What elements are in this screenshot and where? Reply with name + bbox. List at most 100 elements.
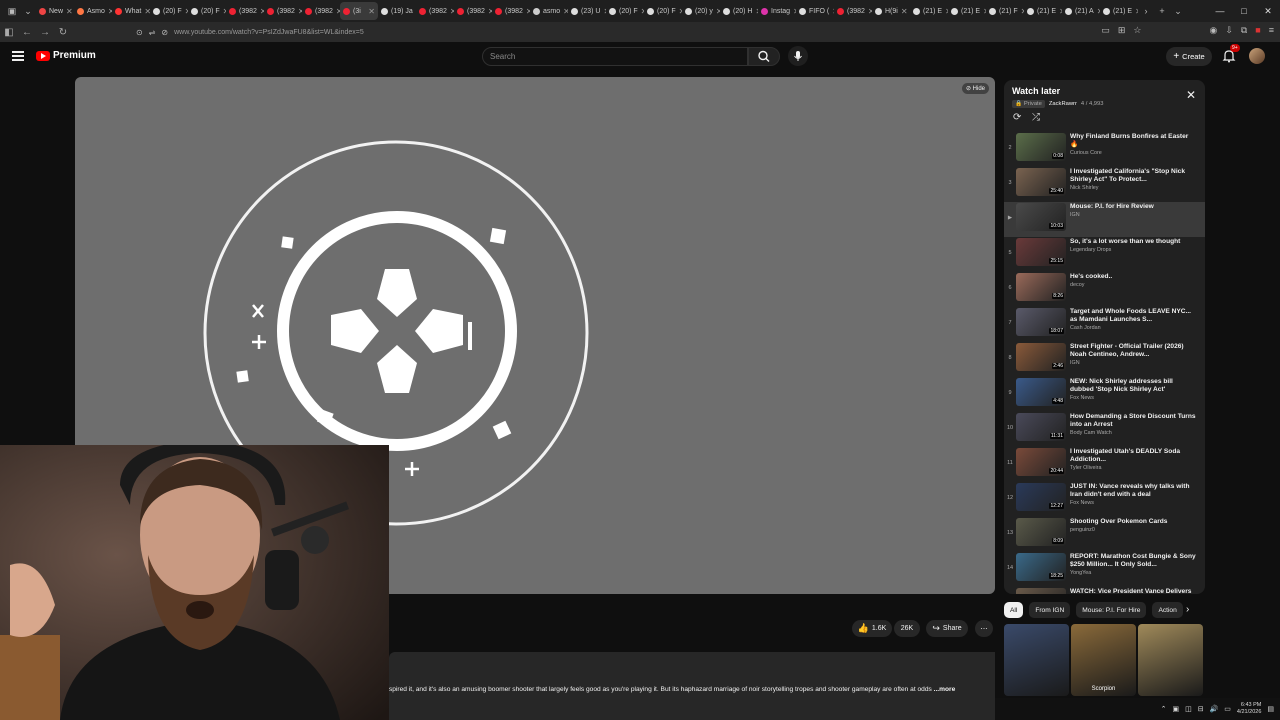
chevron-right-icon[interactable]: › (1186, 604, 1189, 615)
playlist-item-channel[interactable]: Nick Shirley (1070, 185, 1196, 191)
browser-tab[interactable]: (23) U✕ (568, 2, 606, 20)
browser-tab[interactable]: (21) A✕ (1062, 2, 1100, 20)
playlist-item[interactable]: 9 4:48 NEW: Nick Shirley addresses bill du… (1004, 377, 1205, 412)
filter-chip[interactable]: Mouse: P.I. For Hire (1076, 602, 1147, 618)
bookmark-star-icon[interactable]: ☆ (1133, 25, 1141, 36)
playlist-item-thumbnail[interactable]: 0:08 (1016, 133, 1066, 161)
browser-tab[interactable]: (3982 ✕ (264, 2, 302, 20)
volume-icon[interactable]: 🔊 (1210, 705, 1219, 713)
playlist-item-channel[interactable]: Tyler Oliveira (1070, 465, 1196, 471)
playlist-item-thumbnail[interactable]: 4:48 (1016, 378, 1066, 406)
chevron-down-icon[interactable]: ⌄ (20, 6, 36, 17)
playlist-item-thumbnail[interactable]: 8:09 (1016, 518, 1066, 546)
playlist-item-title[interactable]: So, it's a lot worse than we thought (1070, 238, 1196, 246)
dislike-button[interactable]: 26K (894, 620, 920, 637)
recommended-video-thumbnail[interactable] (1138, 624, 1203, 696)
browser-tab[interactable]: FIFO (✕ (796, 2, 834, 20)
account-avatar[interactable] (1249, 48, 1265, 64)
playlist-item-thumbnail[interactable]: 25:40 (1016, 168, 1066, 196)
description-text[interactable]: spired it, and it's also an amusing boom… (389, 686, 989, 693)
browser-tab[interactable]: H(9i ✕ (872, 2, 910, 20)
browser-tab[interactable]: Asmo ✕ (74, 2, 112, 20)
hide-overlay-button[interactable]: ⊘ Hide (961, 83, 989, 94)
hamburger-menu-icon[interactable] (12, 51, 24, 61)
tab-search-icon[interactable]: ⌄ (1170, 6, 1186, 17)
playlist-item[interactable]: 7 18:07 Target and Whole Foods LEAVE NYC..… (1004, 307, 1205, 342)
site-settings-icon[interactable]: ⇌ (149, 28, 156, 37)
playlist-title[interactable]: Watch later (1012, 86, 1060, 96)
playlist-item-thumbnail[interactable] (1016, 588, 1066, 594)
shuffle-icon[interactable]: ⤮ (1032, 112, 1040, 123)
network-icon[interactable]: ⊟ (1198, 705, 1204, 713)
notification-center-icon[interactable]: ▤ (1267, 705, 1274, 713)
playlist-item-title[interactable]: Shooting Over Pokemon Cards (1070, 518, 1196, 526)
tray-app-icon[interactable]: ▣ (1172, 705, 1179, 713)
playlist-item-title[interactable]: Street Fighter - Official Trailer (2026)… (1070, 343, 1196, 359)
browser-tab[interactable]: What ✕ (112, 2, 150, 20)
browser-tab[interactable]: (20) F✕ (150, 2, 188, 20)
tab-close-icon[interactable]: ✕ (901, 7, 908, 16)
playlist-item-thumbnail[interactable]: 18:25 (1016, 553, 1066, 581)
playlist-item[interactable]: ▶10:03Mouse: P.I. for Hire ReviewIGN⋮ (1004, 202, 1205, 237)
playlist-item-channel[interactable]: Cash Jordan (1070, 325, 1196, 331)
browser-tab[interactable]: (3982 ✕ (492, 2, 530, 20)
browser-tab[interactable]: (3982 ✕ (226, 2, 264, 20)
forward-icon[interactable]: → (36, 27, 54, 38)
cast-icon[interactable]: ▭ (1101, 25, 1110, 36)
close-playlist-icon[interactable]: ✕ (1186, 88, 1196, 102)
browser-tab[interactable]: New ✕ (36, 2, 74, 20)
browser-tab[interactable]: (21) F✕ (986, 2, 1024, 20)
filter-chip[interactable]: All (1004, 602, 1024, 618)
youtube-logo[interactable]: Premium (36, 50, 96, 61)
browser-tab[interactable]: (21) E✕ (1100, 2, 1138, 20)
playlist-item-title[interactable]: How Demanding a Store Discount Turns int… (1070, 413, 1196, 429)
tray-app-icon-2[interactable]: ◫ (1185, 705, 1192, 713)
playlist-item[interactable]: 13 8:09 Shooting Over Pokemon Cards penguin… (1004, 517, 1205, 552)
browser-menu-icon[interactable]: ≡ (1269, 25, 1274, 36)
browser-tab[interactable]: (3982 ✕ (834, 2, 872, 20)
playlist-item[interactable]: 8 2:46 Street Fighter - Official Trailer (… (1004, 342, 1205, 377)
browser-tab[interactable]: (3982 ✕ (416, 2, 454, 20)
extensions-icon[interactable]: ⧉ (1241, 25, 1247, 36)
playlist-item-thumbnail[interactable]: 20:44 (1016, 448, 1066, 476)
download-icon[interactable]: ⇩ (1225, 25, 1233, 36)
playlist-item-title[interactable]: I Investigated California's "Stop Nick S… (1070, 168, 1196, 184)
playlist-item[interactable]: 12 12:27 JUST IN: Vance reveals why talks … (1004, 482, 1205, 517)
browser-tab[interactable]: (19) Ja✕ (378, 2, 416, 20)
browser-tab[interactable]: (21) E✕ (910, 2, 948, 20)
playlist-item-title[interactable]: He's cooked.. (1070, 273, 1196, 281)
loop-icon[interactable]: ⟳ (1013, 112, 1021, 123)
playlist-item-title[interactable]: Target and Whole Foods LEAVE NYC... as M… (1070, 308, 1196, 324)
playlist-item[interactable]: 68:26He's cooked..decoy⋮ (1004, 272, 1205, 307)
playlist-item[interactable]: 11 20:44 I Investigated Utah's DEADLY Soda… (1004, 447, 1205, 482)
playlist-item-thumbnail[interactable]: 2:46 (1016, 343, 1066, 371)
playlist-item[interactable]: 15 WATCH: Vice President Vance Delivers R… (1004, 587, 1205, 594)
playlist-item-title[interactable]: WATCH: Vice President Vance Delivers Rem… (1070, 588, 1196, 594)
browser-tab[interactable]: (3982 ✕ (302, 2, 340, 20)
new-tab-button[interactable]: + (1154, 6, 1170, 16)
browser-tab[interactable]: Instag✕ (758, 2, 796, 20)
site-info-icon[interactable]: ⊙ (136, 28, 143, 37)
tab-actions-icon[interactable]: ▣ (4, 6, 20, 17)
create-button[interactable]: + Create (1166, 47, 1212, 66)
playlist-item-title[interactable]: REPORT: Marathon Cost Bungie & Sony $250… (1070, 553, 1196, 569)
playlist-item[interactable]: 2 0:08 Why Finland Burns Bonfires at Easte… (1004, 132, 1205, 167)
back-icon[interactable]: ← (18, 27, 36, 38)
browser-tab[interactable]: (20) F✕ (644, 2, 682, 20)
tab-close-icon[interactable]: ✕ (368, 7, 375, 16)
extension-badge-icon[interactable]: ■ (1255, 25, 1260, 36)
sidebar-toggle-icon[interactable]: ◧ (0, 27, 18, 38)
playlist-item-channel[interactable]: penguinz0 (1070, 527, 1196, 533)
playlist-item-title[interactable]: NEW: Nick Shirley addresses bill dubbed … (1070, 378, 1196, 394)
browser-tab[interactable]: (3i ✕ (340, 2, 378, 20)
playlist-item-thumbnail[interactable]: 10:03 (1016, 203, 1066, 231)
playlist-item-channel[interactable]: IGN (1070, 212, 1196, 218)
reload-icon[interactable]: ↻ (54, 27, 72, 38)
playlist-item-title[interactable]: Mouse: P.I. for Hire Review (1070, 203, 1196, 211)
voice-search-button[interactable] (788, 46, 808, 66)
playlist-item[interactable]: 5 25:15 So, it's a lot worse than we thoug… (1004, 237, 1205, 272)
search-input[interactable]: Search (482, 47, 748, 66)
browser-tab[interactable]: (20) F✕ (188, 2, 226, 20)
playlist-item-channel[interactable]: Fox News (1070, 395, 1196, 401)
playlist-item-thumbnail[interactable]: 11:31 (1016, 413, 1066, 441)
